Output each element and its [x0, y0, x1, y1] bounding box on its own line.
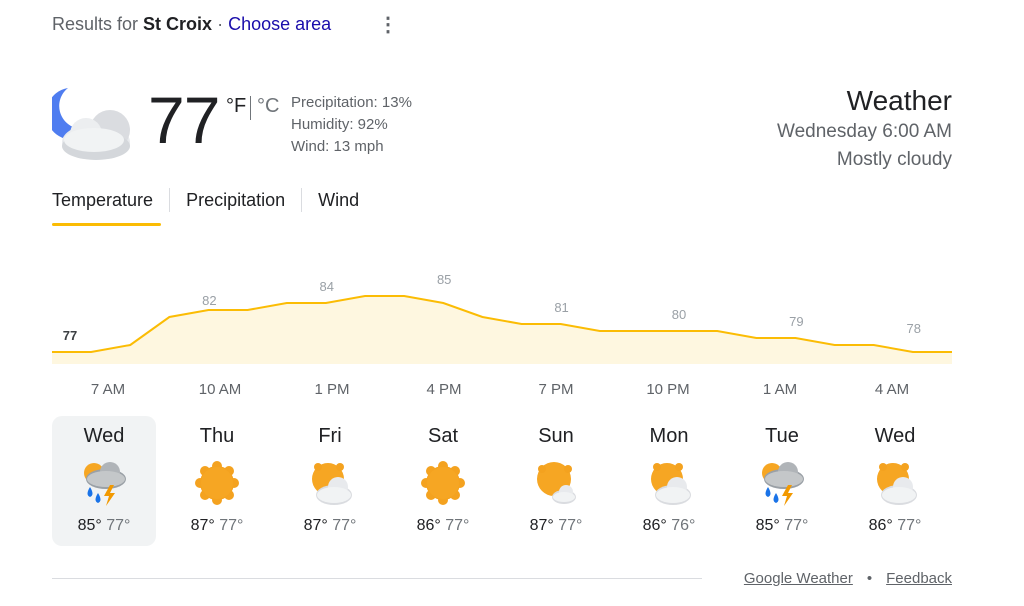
time-label: 1 AM — [762, 381, 798, 398]
time-label: 7 AM — [90, 381, 126, 398]
day-high: 87° — [303, 517, 328, 534]
hourly-temp-label: 79 — [789, 314, 803, 329]
humidity-text: Humidity: 92% — [291, 116, 388, 133]
location-name: St Croix — [143, 14, 213, 34]
day-card-tue[interactable]: Tue 85° 77° — [730, 416, 834, 546]
day-card-thu[interactable]: Thu 87° 77° — [165, 416, 269, 546]
results-line: Results for St Croix · Choose area — [52, 14, 331, 35]
day-card-sat[interactable]: Sat 86° 77° — [391, 416, 495, 546]
day-name: Sun — [538, 425, 574, 447]
time-label: 1 PM — [314, 381, 350, 398]
results-separator: · — [217, 14, 224, 34]
day-low: 77° — [897, 517, 922, 534]
hourly-temp-label: 80 — [672, 307, 686, 322]
more-options-icon[interactable]: ⋮ — [378, 12, 398, 38]
day-high: 87° — [190, 517, 215, 534]
hourly-temp-label: 84 — [320, 279, 334, 294]
day-low: 77° — [332, 517, 357, 534]
thunderstorm-icon — [80, 459, 128, 507]
day-card-wed[interactable]: Wed 85° 77° — [52, 416, 156, 546]
footer-dot: • — [866, 570, 873, 587]
hourly-temp-label: 81 — [554, 300, 568, 315]
precipitation-text: Precipitation: 13% — [291, 94, 412, 111]
feedback-link[interactable]: Feedback — [886, 570, 952, 587]
day-temps: 86° 76° — [617, 517, 721, 535]
results-prefix: Results for — [52, 14, 139, 34]
day-low: 77° — [106, 517, 131, 534]
time-label: 4 PM — [426, 381, 462, 398]
weather-condition: Mostly cloudy — [836, 149, 952, 170]
day-temps: 86° 77° — [391, 517, 495, 535]
tab-precipitation[interactable]: Precipitation — [170, 186, 301, 218]
thunderstorm-icon — [758, 459, 806, 507]
google-weather-link[interactable]: Google Weather — [744, 570, 853, 587]
wind-text: Wind: 13 mph — [291, 138, 384, 155]
weather-datetime: Wednesday 6:00 AM — [777, 121, 952, 142]
day-high: 85° — [755, 517, 780, 534]
hourly-temp-label: 82 — [202, 293, 216, 308]
day-high: 85° — [77, 517, 102, 534]
time-label: 7 PM — [538, 381, 574, 398]
footer: Google Weather • Feedback — [744, 570, 952, 587]
day-name: Wed — [83, 425, 125, 447]
day-card-mon[interactable]: Mon 86° 76° — [617, 416, 721, 546]
partly-cloudy-icon — [645, 459, 693, 507]
unit-separator — [250, 96, 251, 120]
day-name: Mon — [649, 425, 689, 447]
weather-title: Weather — [846, 85, 952, 116]
unit-celsius[interactable]: °C — [257, 95, 279, 118]
hourly-temp-label: 78 — [907, 321, 921, 336]
day-temps: 87° 77° — [165, 517, 269, 535]
day-card-wed[interactable]: Wed 86° 77° — [843, 416, 947, 546]
time-label: 10 PM — [646, 381, 690, 398]
day-low: 77° — [558, 517, 583, 534]
day-name: Tue — [765, 425, 799, 447]
day-low: 77° — [784, 517, 809, 534]
footer-divider — [52, 578, 702, 579]
day-card-sun[interactable]: Sun 87° 77° — [504, 416, 608, 546]
day-high: 86° — [642, 517, 667, 534]
day-high: 86° — [868, 517, 893, 534]
day-name: Wed — [874, 425, 916, 447]
partly-cloudy-icon — [871, 459, 919, 507]
day-low: 76° — [671, 517, 696, 534]
active-tab-indicator — [52, 223, 161, 226]
day-name: Thu — [199, 425, 235, 447]
tab-wind[interactable]: Wind — [302, 186, 375, 218]
day-high: 86° — [416, 517, 441, 534]
current-details: Precipitation: 13% Humidity: 92% Wind: 1… — [291, 92, 412, 158]
day-temps: 87° 77° — [278, 517, 382, 535]
day-card-fri[interactable]: Fri 87° 77° — [278, 416, 382, 546]
time-label: 4 AM — [874, 381, 910, 398]
mostly-sunny-icon — [532, 459, 580, 507]
moon-cloud-icon — [46, 84, 136, 166]
unit-fahrenheit[interactable]: °F — [226, 95, 246, 118]
current-temperature: 77 — [148, 83, 220, 157]
sunny-icon — [193, 459, 241, 507]
chart-tabs: Temperature Precipitation Wind — [52, 186, 375, 218]
choose-area-link[interactable]: Choose area — [228, 14, 331, 34]
day-temps: 85° 77° — [52, 517, 156, 535]
sunny-icon — [419, 459, 467, 507]
day-temps: 86° 77° — [843, 517, 947, 535]
hourly-temp-label: 85 — [437, 272, 451, 287]
day-name: Fri — [318, 425, 342, 447]
day-low: 77° — [219, 517, 244, 534]
hourly-temp-label: 77 — [63, 328, 77, 343]
day-temps: 85° 77° — [730, 517, 834, 535]
day-high: 87° — [529, 517, 554, 534]
day-low: 77° — [445, 517, 470, 534]
partly-cloudy-icon — [306, 459, 354, 507]
weather-heading: Weather Wednesday 6:00 AM Mostly cloudy — [777, 84, 952, 174]
day-temps: 87° 77° — [504, 517, 608, 535]
tab-temperature[interactable]: Temperature — [52, 186, 169, 218]
day-name: Sat — [427, 425, 459, 447]
temperature-chart[interactable]: 77 82 84 85 81 80 79 78 — [0, 260, 1024, 370]
time-label: 10 AM — [198, 381, 242, 398]
temperature-area — [52, 296, 952, 364]
